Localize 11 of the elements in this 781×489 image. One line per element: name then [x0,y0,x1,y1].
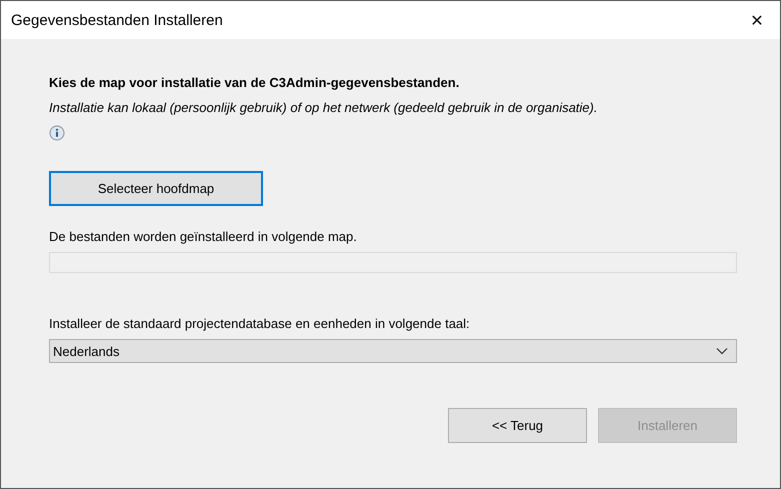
path-label: De bestanden worden geïnstalleerd in volgende map. [49,229,358,244]
language-label: Installeer de standaard projectendatabase en eenheden in volgende taal: [49,316,471,331]
close-button[interactable]: ✕ [734,1,780,39]
select-folder-button[interactable]: Selecteer hoofdmap [49,171,263,206]
heading-text: Kies de map voor installatie van de C3Admin-gegevensbestanden. [49,75,460,90]
language-dropdown[interactable]: Nederlands [49,339,737,363]
chevron-down-icon [716,347,728,355]
back-button[interactable]: << Terug [448,408,587,443]
info-icon [49,125,65,141]
description-text: Installatie kan lokaal (persoonlijk gebruik) of op het netwerk (gedeeld gebruik in de organisatie). [49,100,598,115]
window-title: Gegevensbestanden Installeren [10,12,223,28]
